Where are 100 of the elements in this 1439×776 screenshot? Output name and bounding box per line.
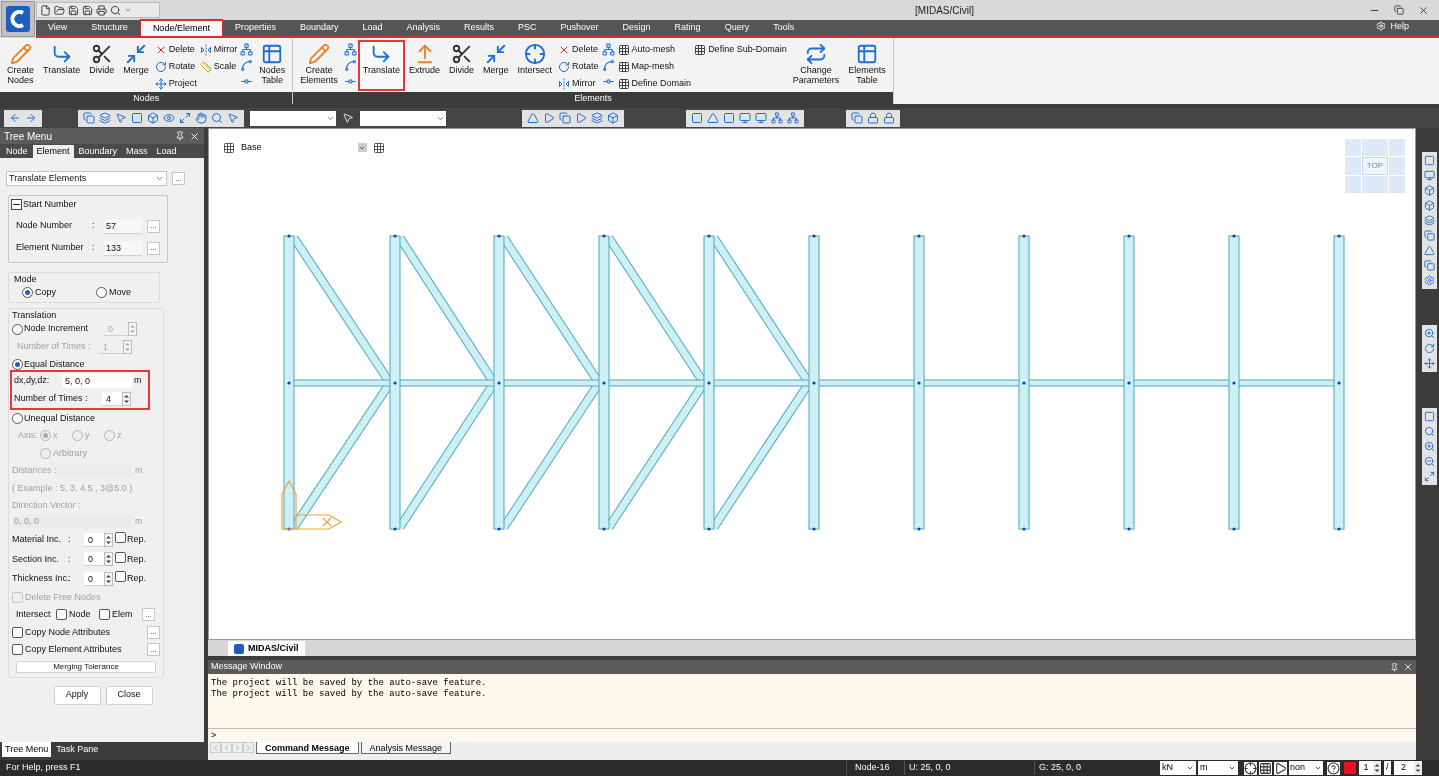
lock-icon[interactable] [867,112,879,124]
number-field[interactable]: 2 [1393,761,1414,775]
ribbon-button[interactable]: Create Elements [297,42,341,89]
rotate-icon[interactable] [1424,343,1435,354]
menu-tab[interactable]: Results [452,19,507,36]
copy-icon[interactable] [559,112,571,124]
ribbon-small-button[interactable]: Rotate [154,59,197,74]
color-swatch[interactable] [1344,762,1356,774]
ribbon-small-button[interactable]: Map-mesh [617,59,692,74]
number-field[interactable]: 4 [102,391,122,406]
close-icon[interactable] [1418,4,1429,16]
panel-tab[interactable]: Mass [122,145,152,158]
spin-arrows-icon[interactable] [104,552,113,567]
pin-icon[interactable] [175,131,185,141]
close-icon[interactable] [1403,662,1413,672]
ribbon-small-button[interactable]: Delete [558,42,599,57]
menu-tab[interactable]: Boundary [287,19,351,36]
more-button[interactable]: ... [147,643,160,657]
panel-tab[interactable]: Element [32,145,74,158]
ribbon-small-button[interactable]: Mirror [558,76,599,91]
menu-tab[interactable]: Pushover [548,19,611,36]
curve-icon[interactable] [601,59,615,72]
ribbon-button[interactable]: Translate [359,42,403,89]
menu-tab[interactable]: Tools [761,19,807,36]
merging-tolerance-button[interactable]: Merging Tolerance [16,660,156,673]
play-icon[interactable] [1274,761,1287,775]
menu-tab[interactable]: Structure [79,19,140,36]
box-icon[interactable] [1424,200,1435,211]
dialog-button[interactable]: Close [105,685,153,705]
hand-icon[interactable] [195,112,207,124]
copy-icon[interactable] [1424,230,1435,241]
node-icon[interactable] [787,112,799,124]
radio-button[interactable] [22,287,33,299]
search-icon[interactable] [1424,426,1435,437]
unit-dropdown[interactable]: kN [1160,761,1196,775]
menu-tab[interactable]: Query [712,19,762,36]
collapse-toggle[interactable] [11,199,22,211]
selection-dropdown[interactable] [360,110,446,126]
checkbox[interactable] [115,532,126,543]
menu-tab[interactable]: View [36,19,80,36]
lock-icon[interactable] [883,112,895,124]
radio-button[interactable] [12,412,23,424]
zoom-out-icon[interactable] [1424,456,1435,467]
help-menu[interactable]: Help [1390,19,1409,33]
checkbox[interactable] [115,551,126,563]
input-field[interactable]: 5, 0, 0 [62,373,132,388]
menu-tab[interactable]: Design [610,19,663,36]
ribbon-small-button[interactable]: Define Domain [617,76,692,91]
triangle-icon[interactable] [1424,245,1435,256]
radio-button[interactable] [104,430,115,442]
node-icon[interactable] [771,112,783,124]
ribbon-small-button[interactable]: Project [154,76,197,91]
number-field[interactable]: 0 [84,532,104,547]
panel-tab[interactable]: Load [152,145,181,158]
layers-icon[interactable] [591,112,603,124]
app-logo[interactable] [1,1,35,37]
grid-icon[interactable] [223,141,235,154]
more-button[interactable]: ... [147,241,160,255]
more-button[interactable]: ... [147,219,160,233]
box-icon[interactable] [607,112,619,124]
ribbon-button[interactable]: Merge [120,42,152,89]
zoom-in-icon[interactable] [1424,328,1435,339]
triangle-icon[interactable] [527,112,539,124]
radio-button[interactable] [72,430,83,442]
radio-button[interactable] [96,287,107,299]
pin-icon[interactable] [1390,662,1399,672]
ribbon-button[interactable]: Translate [40,42,84,89]
menu-tab[interactable]: PSC [506,19,549,36]
arrow-left-icon[interactable] [9,112,21,124]
eye-icon[interactable] [163,112,175,124]
more-button[interactable]: ... [142,608,155,622]
menu-tab[interactable]: Load [350,19,395,36]
message-tab[interactable]: Analysis Message [360,742,452,754]
unit-dropdown[interactable]: m [1198,761,1238,775]
pointer-icon[interactable] [227,112,239,124]
ribbon-small-button[interactable]: Auto-mesh [617,42,692,57]
number-field[interactable]: 57 [104,218,142,234]
checkbox[interactable] [56,609,67,621]
square-icon[interactable] [131,112,143,124]
spin-arrows-icon[interactable] [104,571,113,586]
copy-icon[interactable] [1424,260,1435,271]
filter-dropdown[interactable]: non [1289,761,1323,775]
node-icon[interactable] [601,43,615,56]
ribbon-button[interactable]: Divide [446,42,478,89]
message-tab[interactable]: Command Message [256,742,359,754]
triangle-icon[interactable] [707,112,719,124]
ribbon-button[interactable]: Elements Table [845,42,889,89]
crosshair-icon[interactable] [1244,761,1257,775]
radio-button[interactable] [12,323,23,335]
menu-tab[interactable]: Properties [222,19,288,36]
number-field[interactable]: 1 [1359,761,1373,775]
spin-arrows-icon[interactable] [122,391,131,406]
ribbon-small-button[interactable]: Delete [154,42,197,57]
ribbon-button[interactable]: Create Nodes [4,42,37,89]
ribbon-button[interactable]: Divide [86,42,118,89]
monitor-icon[interactable] [755,112,767,124]
ribbon-button[interactable]: Extrude [406,42,443,89]
square-icon[interactable] [723,112,735,124]
ribbon-small-button[interactable]: Define Sub-Domain [694,42,787,57]
more-button[interactable]: ... [147,625,160,639]
